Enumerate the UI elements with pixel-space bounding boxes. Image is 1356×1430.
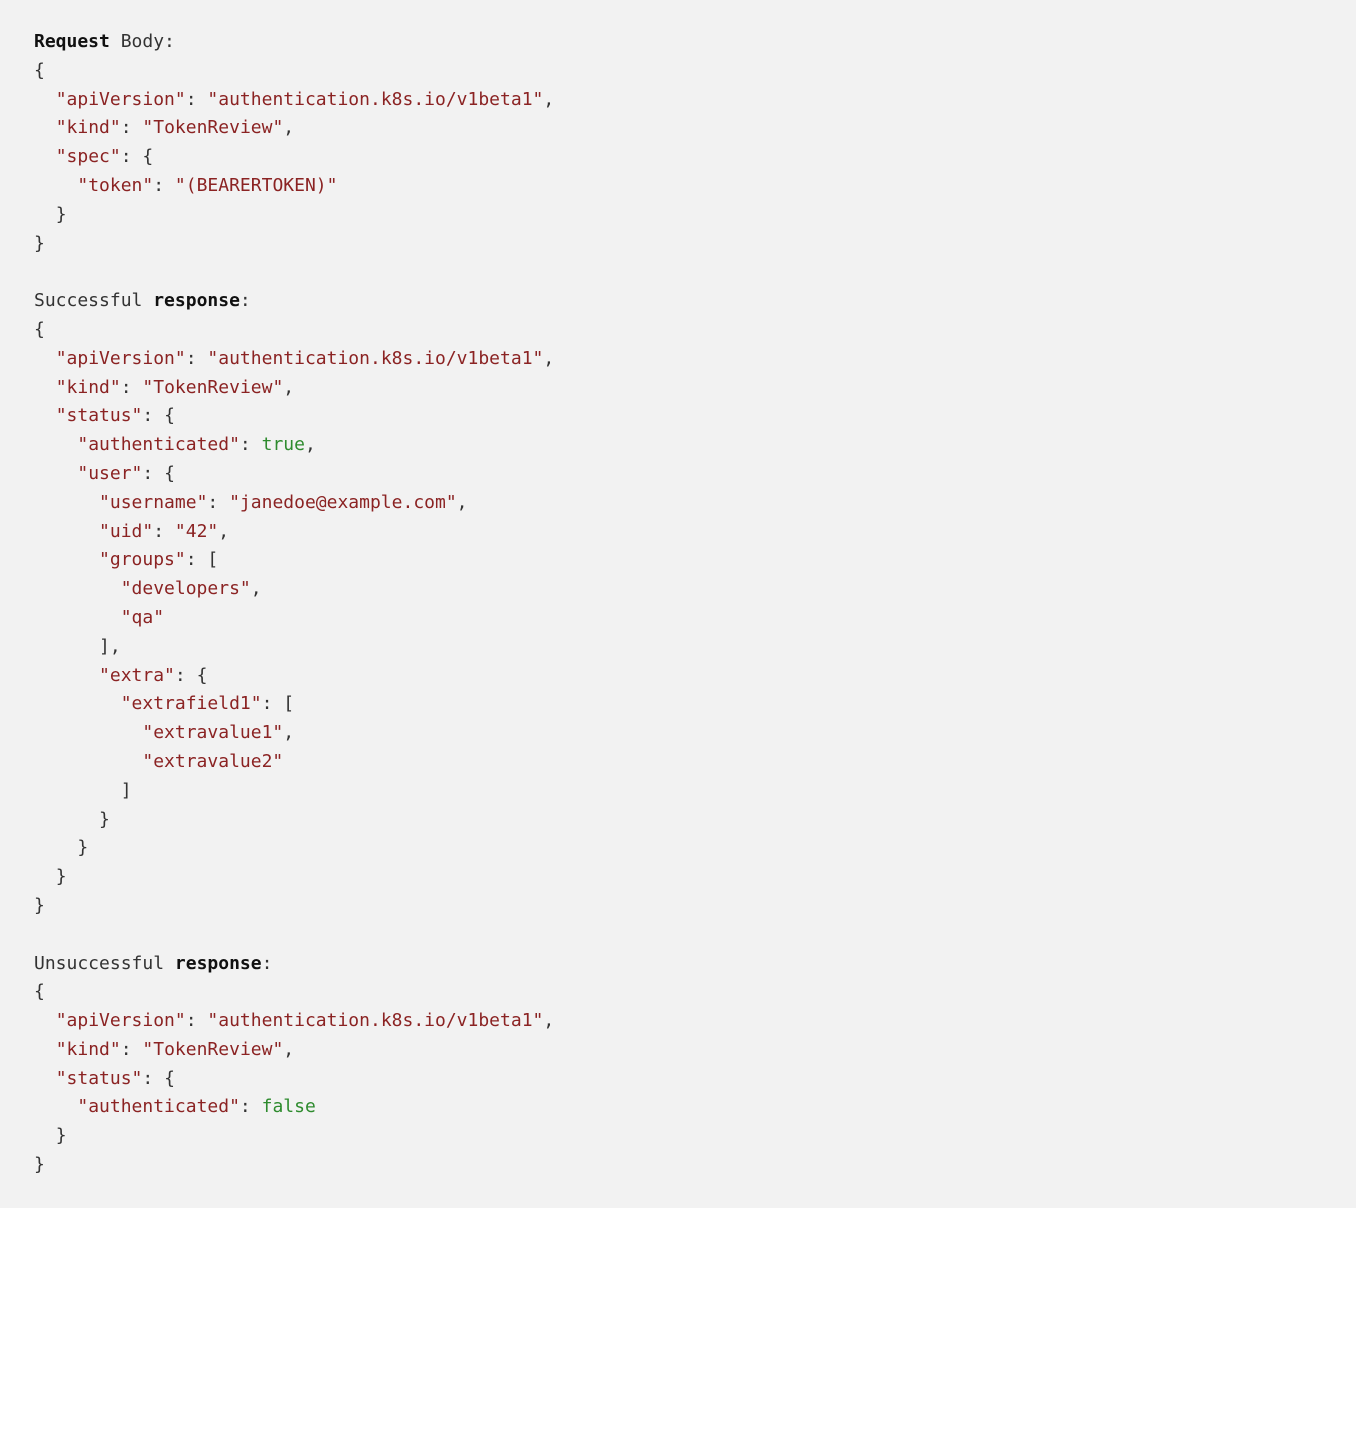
section-label-request: Request: [34, 31, 110, 52]
json-key-authenticated: "authenticated": [77, 434, 240, 455]
json-key-spec: "spec": [56, 146, 121, 167]
json-value-kind: "TokenReview": [142, 1039, 283, 1060]
json-value-uid: "42": [175, 521, 218, 542]
json-value-kind: "TokenReview": [142, 377, 283, 398]
json-key-apiversion: "apiVersion": [56, 348, 186, 369]
json-key-authenticated: "authenticated": [77, 1096, 240, 1117]
json-key-extra: "extra": [99, 665, 175, 686]
json-value-extravalue1: "extravalue1": [142, 722, 283, 743]
json-key-user: "user": [77, 463, 142, 484]
json-key-groups: "groups": [99, 549, 186, 570]
json-value-username: "janedoe@example.com": [229, 492, 457, 513]
json-value-token: "(BEARERTOKEN)": [175, 175, 338, 196]
json-value-extravalue2: "extravalue2": [142, 751, 283, 772]
section-label-unsuccessful-post: :: [262, 953, 273, 974]
json-key-apiversion: "apiVersion": [56, 89, 186, 110]
json-key-username: "username": [99, 492, 207, 513]
json-key-apiversion: "apiVersion": [56, 1010, 186, 1031]
json-value-false: false: [262, 1096, 316, 1117]
json-value-true: true: [262, 434, 305, 455]
json-value-apiversion: "authentication.k8s.io/v1beta1": [207, 89, 543, 110]
section-label-unsuccessful-pre: Unsuccessful: [34, 953, 175, 974]
code-block: Request Body: { "apiVersion": "authentic…: [0, 0, 1356, 1208]
section-label-request-rest: Body:: [110, 31, 175, 52]
json-key-uid: "uid": [99, 521, 153, 542]
brace-close: }: [34, 233, 45, 254]
brace-open: {: [34, 60, 45, 81]
section-label-successful: response: [153, 290, 240, 311]
json-key-extrafield1: "extrafield1": [121, 693, 262, 714]
json-key-status: "status": [56, 405, 143, 426]
json-value-group2: "qa": [121, 607, 164, 628]
json-value-apiversion: "authentication.k8s.io/v1beta1": [207, 348, 543, 369]
json-value-group1: "developers": [121, 578, 251, 599]
json-value-kind: "TokenReview": [142, 117, 283, 138]
section-label-unsuccessful: response: [175, 953, 262, 974]
json-key-kind: "kind": [56, 377, 121, 398]
json-value-apiversion: "authentication.k8s.io/v1beta1": [207, 1010, 543, 1031]
section-label-successful-post: :: [240, 290, 251, 311]
json-key-status: "status": [56, 1068, 143, 1089]
json-key-token: "token": [77, 175, 153, 196]
json-key-kind: "kind": [56, 117, 121, 138]
json-key-kind: "kind": [56, 1039, 121, 1060]
section-label-successful-pre: Successful: [34, 290, 153, 311]
